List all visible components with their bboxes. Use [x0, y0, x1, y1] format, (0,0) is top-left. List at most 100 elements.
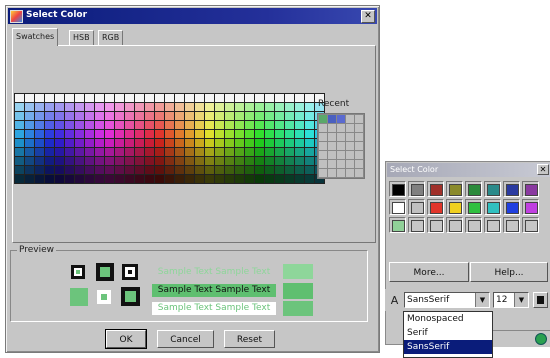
- palette-swatch[interactable]: [522, 199, 539, 215]
- color-swatch[interactable]: [205, 112, 214, 120]
- color-swatch[interactable]: [95, 103, 104, 111]
- color-swatch[interactable]: [55, 157, 64, 165]
- help-button[interactable]: Help...: [470, 262, 548, 282]
- color-swatch[interactable]: [225, 148, 234, 156]
- color-swatch[interactable]: [65, 94, 74, 102]
- color-swatch[interactable]: [185, 139, 194, 147]
- palette-swatch[interactable]: [465, 199, 482, 215]
- recent-swatch[interactable]: [319, 142, 327, 150]
- color-swatch[interactable]: [75, 148, 84, 156]
- cancel-button[interactable]: Cancel: [157, 330, 214, 348]
- color-swatch[interactable]: [35, 103, 44, 111]
- color-swatch[interactable]: [255, 112, 264, 120]
- color-swatch[interactable]: [295, 130, 304, 138]
- color-swatch[interactable]: [165, 166, 174, 174]
- color-swatch[interactable]: [235, 130, 244, 138]
- color-swatch[interactable]: [245, 175, 254, 183]
- color-swatch[interactable]: [145, 175, 154, 183]
- color-swatch[interactable]: [295, 175, 304, 183]
- color-swatch[interactable]: [215, 139, 224, 147]
- color-swatch[interactable]: [115, 112, 124, 120]
- color-swatch[interactable]: [285, 175, 294, 183]
- color-swatch[interactable]: [95, 157, 104, 165]
- recent-swatch[interactable]: [355, 142, 363, 150]
- color-swatch[interactable]: [55, 121, 64, 129]
- color-swatch[interactable]: [235, 103, 244, 111]
- color-swatch[interactable]: [265, 94, 274, 102]
- color-swatch[interactable]: [265, 130, 274, 138]
- color-swatch[interactable]: [295, 148, 304, 156]
- color-swatch[interactable]: [85, 112, 94, 120]
- color-swatch[interactable]: [285, 157, 294, 165]
- color-swatch[interactable]: [35, 166, 44, 174]
- color-swatch[interactable]: [55, 94, 64, 102]
- swatch-grid[interactable]: [14, 93, 325, 184]
- color-swatch[interactable]: [25, 94, 34, 102]
- palette-swatch[interactable]: [427, 217, 444, 233]
- color-swatch[interactable]: [75, 166, 84, 174]
- color-swatch[interactable]: [135, 175, 144, 183]
- color-swatch[interactable]: [235, 157, 244, 165]
- color-swatch[interactable]: [265, 148, 274, 156]
- color-swatch[interactable]: [295, 166, 304, 174]
- color-swatch[interactable]: [175, 121, 184, 129]
- color-swatch[interactable]: [225, 112, 234, 120]
- palette-swatch[interactable]: [446, 199, 463, 215]
- color-swatch[interactable]: [165, 139, 174, 147]
- color-swatch[interactable]: [125, 112, 134, 120]
- recent-swatch[interactable]: [328, 142, 336, 150]
- dialog-titlebar[interactable]: Select Color ✕: [8, 8, 377, 24]
- recent-swatch[interactable]: [328, 133, 336, 141]
- color-swatch[interactable]: [85, 130, 94, 138]
- color-swatch[interactable]: [95, 94, 104, 102]
- color-swatch[interactable]: [275, 121, 284, 129]
- color-swatch[interactable]: [65, 166, 74, 174]
- color-swatch[interactable]: [65, 139, 74, 147]
- color-swatch[interactable]: [195, 157, 204, 165]
- palette-swatch[interactable]: [484, 199, 501, 215]
- color-swatch[interactable]: [255, 94, 264, 102]
- tab-hsb[interactable]: HSB: [69, 30, 94, 45]
- color-swatch[interactable]: [65, 157, 74, 165]
- color-swatch[interactable]: [275, 112, 284, 120]
- color-swatch[interactable]: [275, 157, 284, 165]
- color-swatch[interactable]: [305, 121, 314, 129]
- color-swatch[interactable]: [255, 148, 264, 156]
- color-swatch[interactable]: [135, 139, 144, 147]
- palette-swatch[interactable]: [465, 217, 482, 233]
- color-swatch[interactable]: [125, 130, 134, 138]
- color-swatch[interactable]: [55, 175, 64, 183]
- recent-swatch[interactable]: [355, 169, 363, 177]
- color-swatch[interactable]: [245, 166, 254, 174]
- font-family-select[interactable]: SansSerif ▼: [404, 292, 490, 308]
- color-swatch[interactable]: [225, 157, 234, 165]
- recent-swatch[interactable]: [319, 133, 327, 141]
- color-swatch[interactable]: [85, 148, 94, 156]
- color-swatch[interactable]: [185, 166, 194, 174]
- color-swatch[interactable]: [175, 166, 184, 174]
- color-swatch[interactable]: [15, 148, 24, 156]
- color-swatch[interactable]: [25, 139, 34, 147]
- font-color-icon[interactable]: A: [387, 293, 402, 308]
- color-swatch[interactable]: [135, 148, 144, 156]
- color-swatch[interactable]: [185, 157, 194, 165]
- color-swatch[interactable]: [185, 103, 194, 111]
- color-swatch[interactable]: [215, 157, 224, 165]
- color-swatch[interactable]: [285, 103, 294, 111]
- color-swatch[interactable]: [105, 157, 114, 165]
- color-swatch[interactable]: [35, 148, 44, 156]
- close-icon[interactable]: ✕: [361, 10, 375, 23]
- color-swatch[interactable]: [295, 121, 304, 129]
- color-swatch[interactable]: [155, 148, 164, 156]
- color-swatch[interactable]: [135, 103, 144, 111]
- color-swatch[interactable]: [125, 103, 134, 111]
- color-swatch[interactable]: [55, 148, 64, 156]
- color-swatch[interactable]: [125, 139, 134, 147]
- color-swatch[interactable]: [195, 139, 204, 147]
- color-swatch[interactable]: [285, 112, 294, 120]
- color-swatch[interactable]: [95, 112, 104, 120]
- color-swatch[interactable]: [205, 157, 214, 165]
- color-swatch[interactable]: [95, 148, 104, 156]
- recent-swatches[interactable]: [317, 113, 365, 179]
- color-swatch[interactable]: [175, 94, 184, 102]
